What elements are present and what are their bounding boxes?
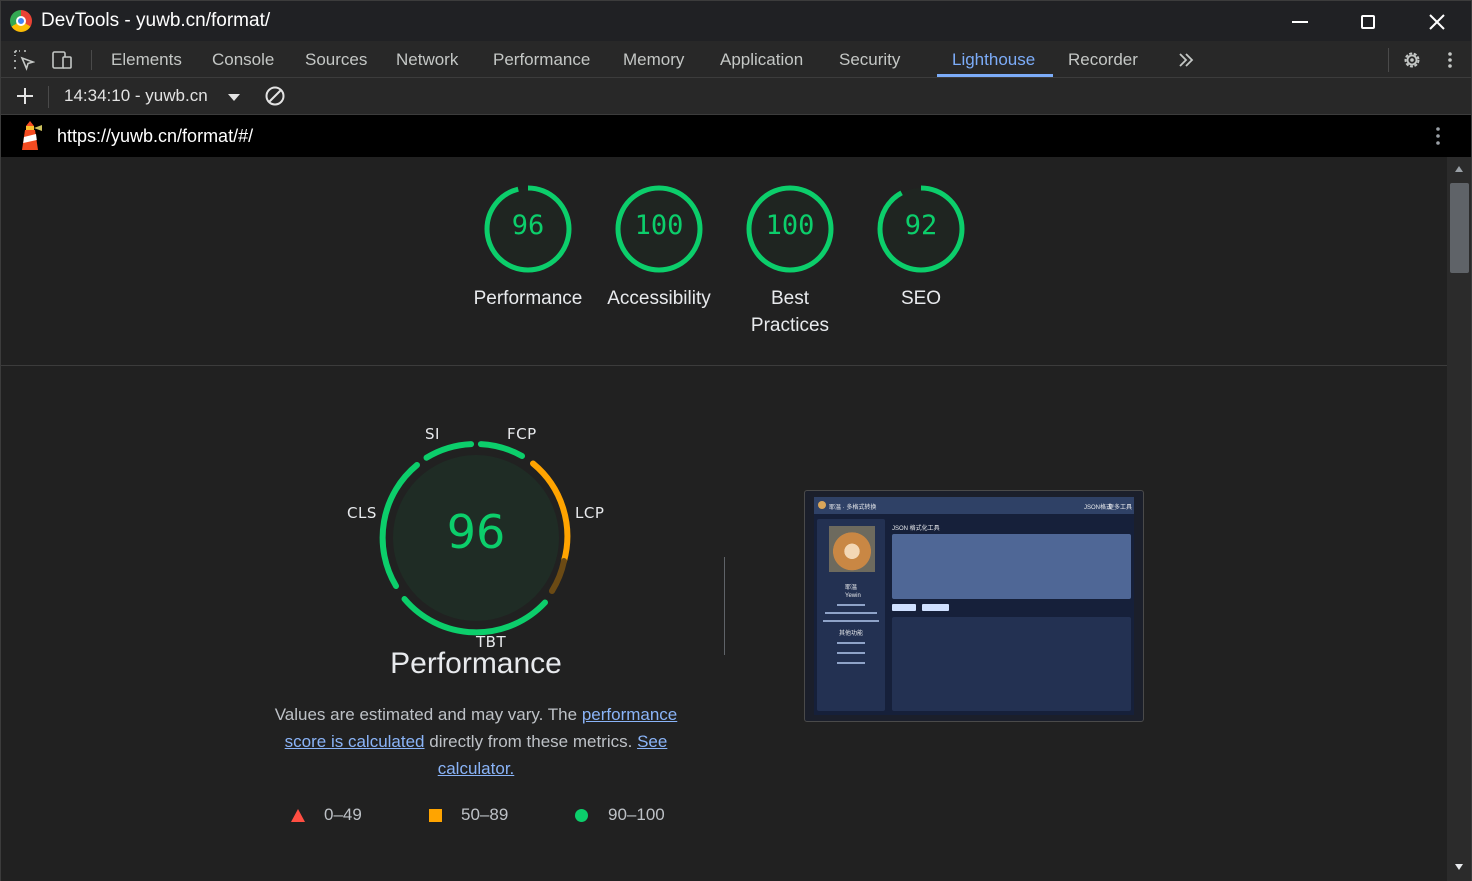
desc-middle: directly from these metrics. xyxy=(424,732,638,751)
report-url: https://yuwb.cn/format/#/ xyxy=(57,126,254,146)
score-accessibility: 100 xyxy=(634,210,684,241)
score-best-practices: 100 xyxy=(765,210,815,241)
screenshot-text-line xyxy=(837,652,865,654)
screenshot-header: 耶温 · 多格式转换 JSON格式 更多工具 xyxy=(814,497,1134,514)
performance-description: Values are estimated and may vary. The p… xyxy=(256,701,696,782)
legend-average-label: 50–89 xyxy=(461,805,509,824)
metric-lcp[interactable]: LCP xyxy=(575,504,604,522)
screenshot-handle: Yewin xyxy=(845,593,861,599)
toolbar-divider xyxy=(1388,48,1389,72)
score-seo: 92 xyxy=(904,210,938,241)
screenshot-sidebar: 耶温 Yewin 其他功能 xyxy=(817,519,885,711)
screenshot-logo-icon xyxy=(818,501,826,509)
score-performance: 96 xyxy=(511,210,545,241)
screenshot-text-line xyxy=(823,620,879,622)
panel-tab-bar: Elements Console Sources Network Perform… xyxy=(1,41,1471,78)
more-options-icon[interactable] xyxy=(1439,49,1461,71)
scroll-up-arrow-icon[interactable] xyxy=(1454,165,1464,173)
minimize-icon xyxy=(1292,21,1308,23)
scroll-down-arrow-icon[interactable] xyxy=(1454,863,1464,871)
screenshot-text-line xyxy=(837,662,865,664)
chrome-logo-icon xyxy=(10,10,32,32)
chevron-down-icon[interactable] xyxy=(223,86,245,108)
report-selector[interactable]: 14:34:10 - yuwb.cn xyxy=(64,86,208,106)
screenshot-text-line xyxy=(825,612,877,614)
lighthouse-report: 96 Performance 100 Accessibility 100 Bes… xyxy=(1,157,1447,881)
metric-fcp[interactable]: FCP xyxy=(507,425,537,443)
lighthouse-logo-icon xyxy=(22,121,42,150)
inspect-element-icon[interactable] xyxy=(13,49,35,71)
metric-cls[interactable]: CLS xyxy=(347,504,377,522)
tab-recorder[interactable]: Recorder xyxy=(1068,41,1138,77)
tab-elements[interactable]: Elements xyxy=(111,41,182,77)
label-accessibility: Accessibility xyxy=(607,288,711,309)
active-tab-indicator xyxy=(937,74,1053,77)
close-icon xyxy=(1429,14,1445,30)
lighthouse-toolbar: 14:34:10 - yuwb.cn xyxy=(1,78,1471,115)
clear-reports-icon[interactable] xyxy=(264,85,286,107)
report-menu-icon[interactable] xyxy=(1428,125,1448,147)
screenshot-text-line xyxy=(837,604,865,606)
tab-console[interactable]: Console xyxy=(212,41,274,77)
screenshot-output-area xyxy=(892,617,1131,711)
toolbar-divider xyxy=(48,86,49,108)
performance-heading: Performance xyxy=(390,647,562,680)
desc-prefix: Values are estimated and may vary. The xyxy=(274,705,582,724)
screenshot-page: 耶温 · 多格式转换 JSON格式 更多工具 耶温 Yewin 其他功能 JSO… xyxy=(814,497,1134,715)
label-performance: Performance xyxy=(473,288,583,309)
vertical-separator xyxy=(724,557,725,655)
tab-application[interactable]: Application xyxy=(720,41,803,77)
screenshot-name: 耶温 xyxy=(845,585,858,591)
close-button[interactable] xyxy=(1414,5,1460,39)
square-icon xyxy=(429,809,442,822)
screenshot-menu-title: 其他功能 xyxy=(839,631,864,637)
screenshot-header-text: 耶温 · 多格式转换 xyxy=(829,505,877,511)
tab-performance[interactable]: Performance xyxy=(493,41,590,77)
screenshot-button xyxy=(922,604,949,611)
toolbar-divider xyxy=(91,50,92,70)
label-seo: SEO xyxy=(900,288,942,309)
final-screenshot[interactable]: 耶温 · 多格式转换 JSON格式 更多工具 耶温 Yewin 其他功能 JSO… xyxy=(804,490,1144,722)
maximize-icon xyxy=(1361,15,1375,29)
minimize-button[interactable] xyxy=(1277,5,1323,39)
screenshot-input-area xyxy=(892,534,1131,599)
tab-sources[interactable]: Sources xyxy=(305,41,367,77)
screenshot-text-line xyxy=(837,642,865,644)
device-toolbar-icon[interactable] xyxy=(51,49,73,71)
tab-memory[interactable]: Memory xyxy=(623,41,684,77)
devtools-window: DevTools - yuwb.cn/format/ Elements Cons… xyxy=(0,0,1472,881)
fcp-arc xyxy=(477,441,525,459)
circle-icon xyxy=(575,809,588,822)
tab-network[interactable]: Network xyxy=(396,41,458,77)
metric-si[interactable]: SI xyxy=(425,425,440,443)
screenshot-avatar xyxy=(829,526,875,572)
label-best-practices-line1: Best xyxy=(770,288,810,309)
tab-lighthouse[interactable]: Lighthouse xyxy=(952,41,1035,77)
tab-security[interactable]: Security xyxy=(839,41,900,77)
report-url-bar: https://yuwb.cn/format/#/ xyxy=(1,115,1471,157)
screenshot-nav-2: 更多工具 xyxy=(1108,505,1133,511)
window-title: DevTools - yuwb.cn/format/ xyxy=(41,10,271,31)
screenshot-button xyxy=(892,604,916,611)
label-best-practices-line2: Practices xyxy=(750,315,830,336)
si-arc xyxy=(423,441,475,461)
legend-fail-label: 0–49 xyxy=(324,805,362,824)
new-report-plus-icon[interactable] xyxy=(14,85,36,107)
scroll-thumb[interactable] xyxy=(1450,183,1469,273)
triangle-icon xyxy=(291,809,305,822)
legend-pass-label: 90–100 xyxy=(608,805,665,824)
section-divider xyxy=(1,365,1447,366)
title-bar: DevTools - yuwb.cn/format/ xyxy=(1,1,1471,41)
screenshot-panel-title: JSON 格式化工具 xyxy=(892,526,940,532)
more-tabs-chevron-icon[interactable] xyxy=(1175,49,1197,71)
settings-gear-icon[interactable] xyxy=(1401,49,1423,71)
performance-score: 96 xyxy=(446,505,506,559)
maximize-button[interactable] xyxy=(1345,5,1391,39)
